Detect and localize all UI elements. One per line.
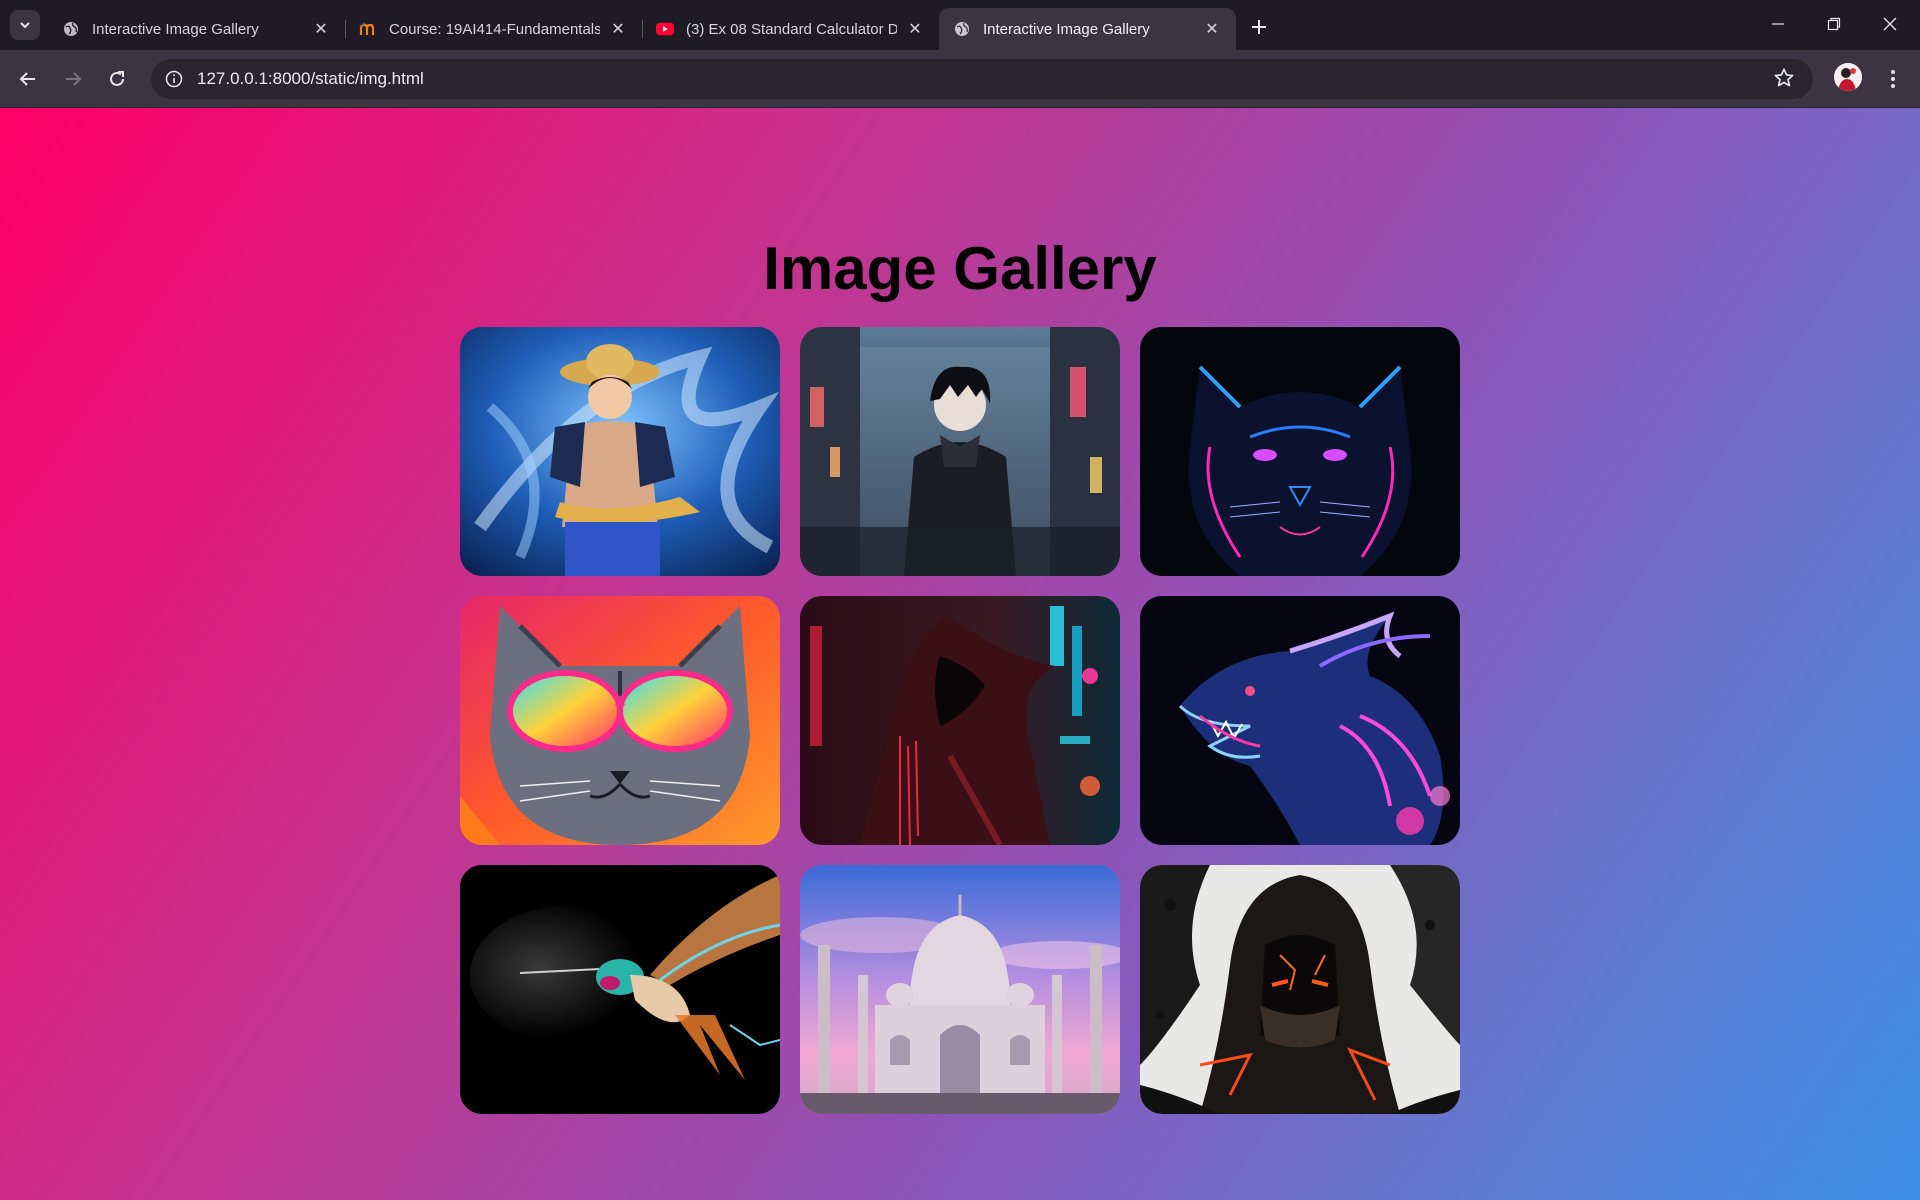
new-tab-button[interactable] <box>1245 13 1273 41</box>
arrow-left-icon <box>19 72 35 86</box>
tab-list: Interactive Image Gallery ✕ Course: 19AI… <box>48 8 1236 50</box>
browser-toolbar: 127.0.0.1:8000/static/img.html <box>0 50 1920 108</box>
close-icon[interactable]: ✕ <box>608 19 628 39</box>
close-icon[interactable]: ✕ <box>311 19 331 39</box>
tab-title: (3) Ex 08 Standard Calculator Design <box>686 20 897 38</box>
minimize-button[interactable] <box>1750 0 1806 48</box>
moodle-icon <box>359 20 377 38</box>
close-icon <box>1883 17 1897 31</box>
address-bar[interactable]: 127.0.0.1:8000/static/img.html <box>151 59 1813 99</box>
tab-gallery-active[interactable]: Interactive Image Gallery ✕ <box>939 8 1236 50</box>
close-icon[interactable]: ✕ <box>905 19 925 39</box>
globe-icon <box>953 20 971 38</box>
tab-course[interactable]: Course: 19AI414-Fundamentals of Web ✕ <box>345 8 643 50</box>
tab-strip: Interactive Image Gallery ✕ Course: 19AI… <box>0 0 1920 50</box>
gallery-image-hooded-ninja[interactable] <box>1140 865 1460 1114</box>
tab-title: Interactive Image Gallery <box>983 20 1150 38</box>
browser-menu-button[interactable] <box>1880 64 1906 94</box>
forward-button[interactable] <box>58 64 88 94</box>
tab-youtube[interactable]: (3) Ex 08 Standard Calculator Design ✕ <box>642 8 939 50</box>
minimize-icon <box>1772 23 1784 25</box>
gallery-image-taj-mahal[interactable] <box>800 865 1120 1114</box>
gallery-image-anime-boy-city[interactable] <box>800 327 1120 576</box>
back-button[interactable] <box>13 64 43 94</box>
restore-button[interactable] <box>1806 0 1862 48</box>
gallery-image-hooded-figure[interactable] <box>800 596 1120 845</box>
gallery-image-black-panther[interactable] <box>1140 327 1460 576</box>
tab-gallery-1[interactable]: Interactive Image Gallery ✕ <box>48 8 346 50</box>
tab-search-button[interactable] <box>10 10 40 40</box>
reload-button[interactable] <box>102 64 132 94</box>
tab-title: Course: 19AI414-Fundamentals of Web <box>389 20 600 38</box>
gallery-image-hummingbird[interactable] <box>460 865 780 1114</box>
plus-icon <box>1252 20 1266 34</box>
globe-icon <box>62 20 80 38</box>
reload-icon <box>110 71 124 86</box>
menu-dot <box>1891 84 1895 88</box>
image-gallery <box>460 327 1460 1114</box>
arrow-right-icon <box>66 72 82 86</box>
menu-dot <box>1891 77 1895 81</box>
page-viewport: Image Gallery <box>0 108 1920 1200</box>
close-icon[interactable]: ✕ <box>1202 19 1222 39</box>
profile-avatar[interactable] <box>1834 63 1862 91</box>
tab-title: Interactive Image Gallery <box>92 20 259 38</box>
gallery-image-cat-sunglasses[interactable] <box>460 596 780 845</box>
youtube-icon <box>656 20 674 38</box>
gallery-image-anime-pirate[interactable] <box>460 327 780 576</box>
close-window-button[interactable] <box>1862 0 1918 48</box>
address-text[interactable]: 127.0.0.1:8000/static/img.html <box>197 69 424 89</box>
page-title: Image Gallery <box>763 235 1157 302</box>
bookmark-star-icon[interactable] <box>1773 67 1797 91</box>
gallery-image-neon-dragon[interactable] <box>1140 596 1460 845</box>
menu-dot <box>1891 70 1895 74</box>
restore-icon <box>1827 17 1841 31</box>
chevron-down-icon <box>20 22 30 29</box>
site-info-icon[interactable] <box>161 66 187 92</box>
